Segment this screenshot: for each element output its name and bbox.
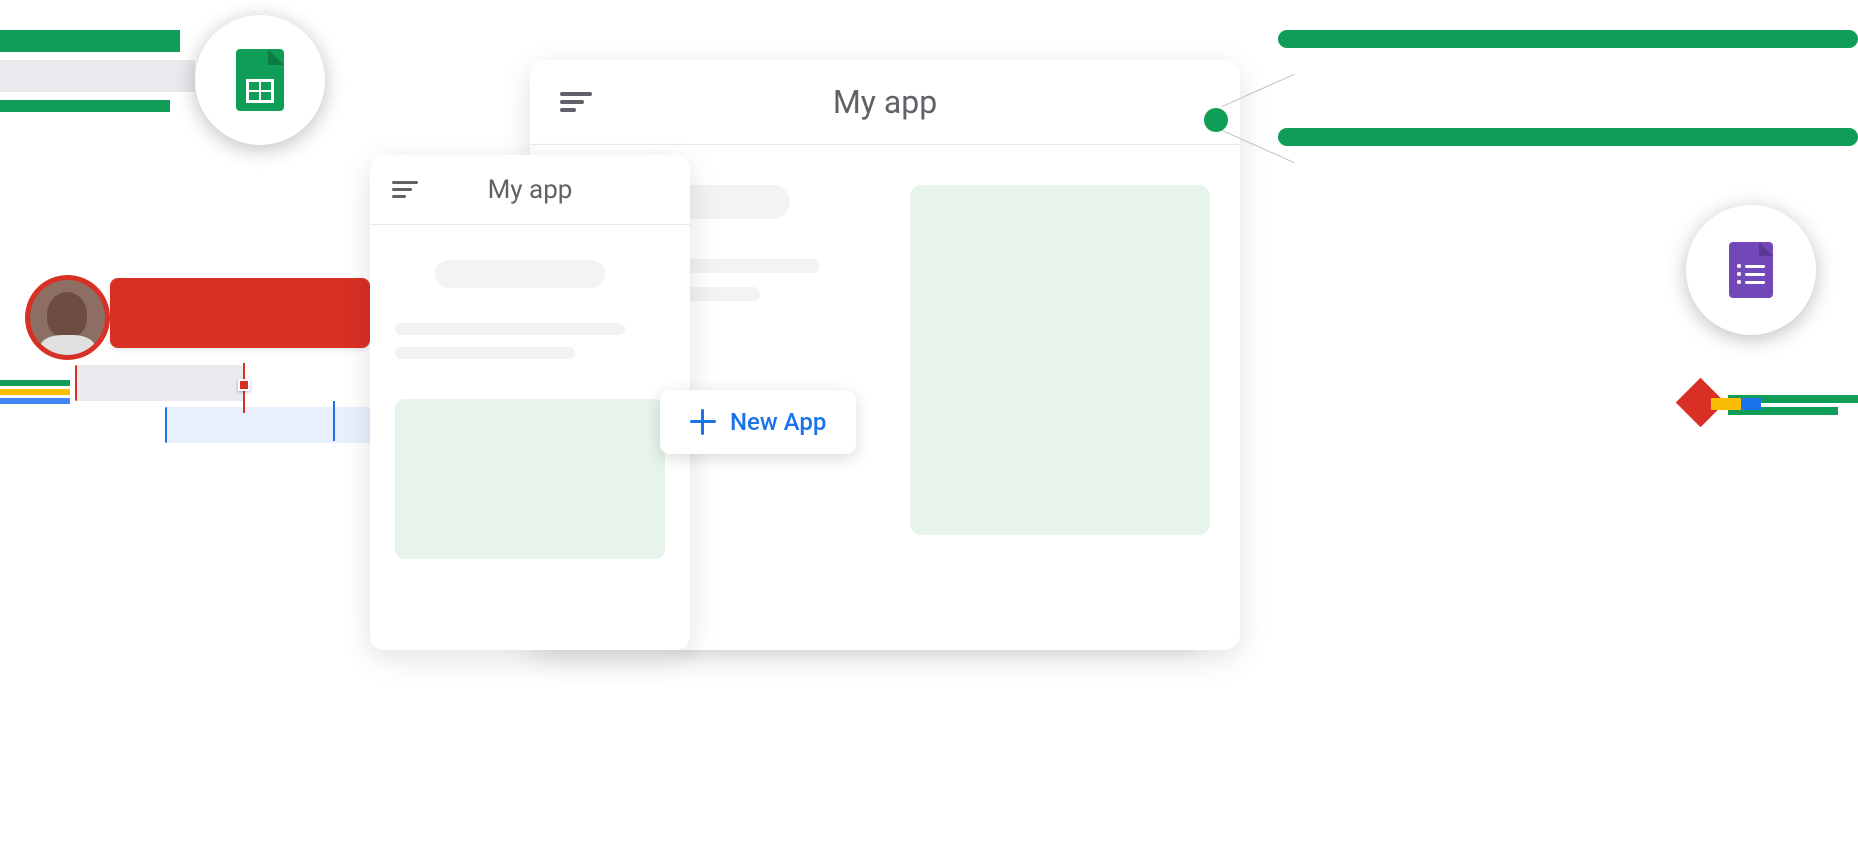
new-app-button[interactable]: New App: [660, 390, 856, 454]
google-forms-icon: [1729, 242, 1773, 298]
decorative-curve: [1458, 450, 1858, 850]
stripe-decoration: [0, 380, 70, 386]
gantt-bar: [75, 365, 245, 401]
app-header: My app: [370, 155, 690, 225]
app-body: [370, 225, 690, 594]
stripe-decoration: [0, 60, 195, 92]
stripe-decoration: [0, 30, 180, 52]
gmail-icon: [1683, 380, 1743, 425]
menu-sort-icon[interactable]: [392, 181, 418, 198]
sheets-badge: [195, 15, 325, 145]
forms-badge: [1686, 205, 1816, 335]
stripe-decoration: [1278, 128, 1858, 146]
content-placeholder-card: [395, 399, 665, 559]
stripe-decoration: [0, 398, 70, 404]
new-app-label: New App: [730, 408, 826, 436]
placeholder-line: [395, 323, 625, 335]
app-window-small: My app: [370, 155, 690, 650]
placeholder-line: [395, 347, 575, 359]
app-title: My app: [488, 175, 573, 205]
placeholder-heading: [435, 260, 605, 288]
google-sheets-icon: [236, 49, 284, 111]
decorative-stripes-left-bottom: [0, 380, 70, 407]
menu-sort-icon[interactable]: [560, 92, 592, 112]
app-header: My app: [530, 60, 1240, 145]
user-avatar-decoration: [30, 280, 105, 355]
stripe-decoration: [0, 100, 170, 112]
content-placeholder-card: [910, 185, 1210, 535]
app-title: My app: [833, 83, 937, 121]
stripe-decoration: [1278, 30, 1858, 48]
stripe-decoration: [0, 389, 70, 395]
plus-icon: [690, 409, 716, 435]
connection-node-icon: [1204, 108, 1228, 132]
decorative-red-card: [110, 278, 370, 348]
avatar: [30, 280, 105, 355]
decorative-stripes-right: [1278, 30, 1858, 146]
decorative-stripes-left-top: [0, 30, 200, 120]
gantt-handle-icon: [238, 379, 250, 391]
